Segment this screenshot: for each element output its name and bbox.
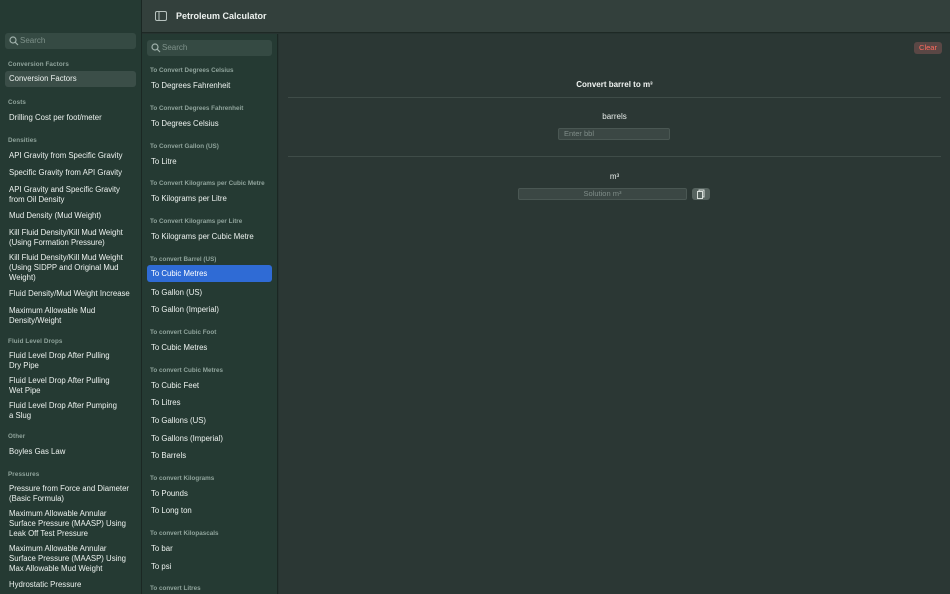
conversion-heading: Convert barrel to m³	[576, 80, 653, 89]
sidebar-item-api-gravity-from-sg[interactable]: API Gravity from Specific Gravity	[9, 151, 135, 161]
output-label: m³	[609, 172, 620, 181]
sidebar: Search Conversion Factors Conversion Fac…	[0, 0, 142, 594]
sidebar-item-kill-fluid-sidpp[interactable]: Kill Fluid Density/Kill Mud Weight (Usin…	[9, 253, 133, 283]
app-title: Petroleum Calculator	[176, 11, 267, 21]
section-header-densities: Densities	[8, 137, 37, 144]
list-item[interactable]: To Kilograms per Litre	[151, 194, 227, 203]
list-section-header: To convert Cubic Foot	[150, 329, 217, 336]
list-item[interactable]: To Gallons (US)	[151, 416, 206, 425]
section-header-other: Other	[8, 433, 26, 440]
list-section-header: To Convert Gallon (US)	[150, 143, 219, 150]
divider	[288, 156, 941, 157]
list-item[interactable]: To Kilograms per Cubic Metre	[151, 232, 254, 241]
sidebar-item-api-sg-from-oil-density[interactable]: API Gravity and Specific Gravity from Oi…	[9, 185, 129, 205]
list-item[interactable]: To Litres	[151, 398, 180, 407]
list-section-header: To Convert Degrees Celsius	[150, 67, 234, 74]
sidebar-item-pressure-force-diameter[interactable]: Pressure from Force and Diameter (Basic …	[9, 484, 133, 504]
list-section-header: To Convert Degrees Fahrenheit	[150, 105, 244, 112]
detail-pane: Clear Convert barrel to m³ barrels Enter…	[279, 34, 950, 594]
list-item[interactable]: To Pounds	[151, 489, 188, 498]
conversion-list: Search To Convert Degrees Celsius To Deg…	[142, 34, 278, 594]
clear-button[interactable]: Clear	[914, 42, 942, 54]
search-icon	[151, 43, 161, 53]
section-header-fluid-level-drops: Fluid Level Drops	[8, 338, 63, 345]
list-section-header: To convert Kilopascals	[150, 530, 219, 537]
list-section-header: To Convert Kilograms per Cubic Metre	[150, 180, 265, 187]
sidebar-item-sg-from-api[interactable]: Specific Gravity from API Gravity	[9, 168, 135, 178]
list-item[interactable]: To bar	[151, 544, 173, 553]
solution-field: Solution m³	[518, 188, 687, 200]
sidebar-item-fluid-drop-slug[interactable]: Fluid Level Drop After Pumping a Slug	[9, 401, 123, 421]
list-item[interactable]: To Degrees Fahrenheit	[151, 81, 230, 90]
section-header-conversion-factors: Conversion Factors	[8, 61, 69, 68]
sidebar-item-max-allowable-mud-density[interactable]: Maximum Allowable Mud Density/Weight	[9, 306, 109, 326]
list-item[interactable]: To Cubic Feet	[151, 381, 199, 390]
sidebar-search-placeholder: Search	[20, 36, 46, 45]
sidebar-item-conversion-factors[interactable]: Conversion Factors	[5, 71, 136, 87]
section-header-costs: Costs	[8, 99, 26, 106]
section-header-pressures: Pressures	[8, 471, 40, 478]
sidebar-item-fluid-drop-dry-pipe[interactable]: Fluid Level Drop After Pulling Dry Pipe	[9, 351, 117, 371]
sidebar-item-hydrostatic-pressure[interactable]: Hydrostatic Pressure	[9, 580, 135, 590]
list-item[interactable]: To Gallons (Imperial)	[151, 434, 223, 443]
list-section-header: To convert Kilograms	[150, 475, 215, 482]
list-item[interactable]: To Long ton	[151, 506, 192, 515]
list-search-input[interactable]: Search	[147, 40, 272, 56]
sidebar-toggle-icon[interactable]	[155, 11, 167, 21]
list-search-placeholder: Search	[162, 43, 188, 52]
copy-button[interactable]	[692, 188, 710, 200]
barrels-input[interactable]: Enter bbl	[558, 128, 670, 140]
sidebar-item-mud-density[interactable]: Mud Density (Mud Weight)	[9, 211, 135, 221]
list-section-header: To convert Litres	[150, 585, 201, 592]
list-item[interactable]: To Barrels	[151, 451, 186, 460]
list-section-header: To convert Cubic Metres	[150, 367, 224, 374]
sidebar-item-fluid-density-increase[interactable]: Fluid Density/Mud Weight Increase	[9, 289, 137, 299]
list-item[interactable]: To Gallon (Imperial)	[151, 305, 219, 314]
list-section-header: To convert Barrel (US)	[150, 256, 217, 263]
list-item-selected[interactable]: To Cubic Metres	[147, 265, 272, 282]
sidebar-item-maasp-max-mud[interactable]: Maximum Allowable Annular Surface Pressu…	[9, 544, 127, 574]
sidebar-search-input[interactable]: Search	[5, 33, 136, 49]
copy-icon	[697, 189, 705, 199]
sidebar-item-kill-fluid-formation[interactable]: Kill Fluid Density/Kill Mud Weight (Usin…	[9, 228, 135, 248]
search-icon	[9, 36, 19, 46]
divider	[288, 97, 941, 98]
sidebar-item-fluid-drop-wet-pipe[interactable]: Fluid Level Drop After Pulling Wet Pipe	[9, 376, 117, 396]
list-item[interactable]: To Litre	[151, 157, 177, 166]
list-section-header: To Convert Kilograms per Litre	[150, 218, 243, 225]
sidebar-item-maasp-leak-off[interactable]: Maximum Allowable Annular Surface Pressu…	[9, 509, 127, 539]
list-item[interactable]: To Cubic Metres	[151, 343, 207, 352]
list-item[interactable]: To Degrees Celsius	[151, 119, 219, 128]
list-item[interactable]: To psi	[151, 562, 171, 571]
list-item[interactable]: To Gallon (US)	[151, 288, 202, 297]
sidebar-item-boyles-gas-law[interactable]: Boyles Gas Law	[9, 447, 135, 457]
input-label: barrels	[602, 112, 627, 121]
sidebar-item-drilling-cost[interactable]: Drilling Cost per foot/meter	[9, 113, 135, 123]
